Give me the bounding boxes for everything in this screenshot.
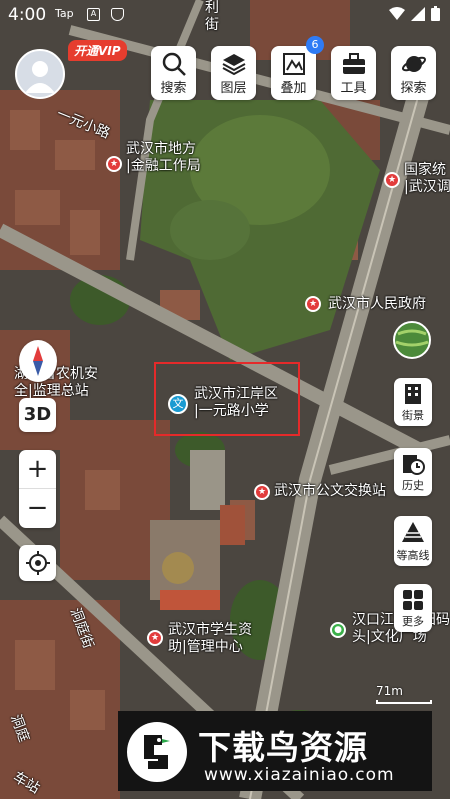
compass-button[interactable] xyxy=(19,340,57,382)
overlay-button[interactable]: 叠加 6 xyxy=(271,36,324,100)
street-view-button[interactable]: 街景 xyxy=(394,378,432,426)
more-button[interactable]: 更多 xyxy=(394,584,432,632)
search-label: 搜索 xyxy=(160,81,187,96)
tools-label: 工具 xyxy=(340,81,367,96)
status-a-icon: A xyxy=(87,8,100,21)
map-scale-text: 71m xyxy=(376,684,403,698)
poi-pin-icon[interactable]: ★ xyxy=(147,630,163,646)
overlay-count-badge: 6 xyxy=(306,36,324,54)
battery-icon xyxy=(431,6,440,21)
history-button[interactable]: 历史 xyxy=(394,448,432,496)
poi-finance-bureau[interactable]: 武汉市地方 |金融工作局 xyxy=(126,141,201,175)
poi-document-exchange[interactable]: 武汉市公文交换站 xyxy=(274,483,386,500)
globe-icon[interactable] xyxy=(392,320,432,360)
status-shield-icon xyxy=(111,8,124,21)
poi-pin-icon[interactable]: ★ xyxy=(254,484,270,500)
vip-badge[interactable]: 开通VIP xyxy=(68,40,127,61)
poi-city-government[interactable]: 武汉市人民政府 xyxy=(328,296,426,313)
user-avatar[interactable] xyxy=(15,49,65,99)
explore-label: 探索 xyxy=(400,81,427,96)
search-icon xyxy=(162,52,186,76)
overlay-label: 叠加 xyxy=(280,81,307,96)
status-time: 4:00 xyxy=(8,5,47,25)
contour-icon xyxy=(402,522,424,542)
contour-label: 等高线 xyxy=(396,549,430,562)
zoom-out-button[interactable]: − xyxy=(19,489,56,527)
more-label: 更多 xyxy=(402,615,424,628)
compass-icon xyxy=(33,346,43,376)
history-icon xyxy=(403,455,425,475)
status-bar: 4:00 Tap A xyxy=(0,0,450,30)
map-scale-bar xyxy=(376,700,432,704)
toolbox-icon xyxy=(342,53,365,74)
bird-logo-icon xyxy=(127,722,187,782)
poi-pin-icon[interactable]: ★ xyxy=(384,172,400,188)
more-grid-icon xyxy=(403,590,423,610)
layers-label: 图层 xyxy=(220,81,247,96)
locate-button[interactable] xyxy=(19,545,56,581)
locate-icon xyxy=(25,551,50,575)
watermark-url: www.xiazainiao.com xyxy=(204,765,395,785)
3d-toggle-button[interactable]: 3D xyxy=(19,398,56,432)
signal-icon xyxy=(411,6,425,21)
status-right-icons xyxy=(389,6,440,21)
avatar-icon xyxy=(25,61,55,93)
poi-pin-icon[interactable]: ● xyxy=(330,622,346,638)
explore-button[interactable]: 探索 xyxy=(391,46,436,100)
poi-pin-icon[interactable]: ★ xyxy=(305,296,321,312)
status-app-tag: Tap xyxy=(55,7,74,20)
poi-national-stats[interactable]: 国家统 |武汉调 xyxy=(404,162,450,196)
zoom-control: + − xyxy=(19,450,56,528)
street-view-icon xyxy=(405,384,421,404)
school-pin-icon[interactable]: 文 xyxy=(168,394,188,414)
tools-button[interactable]: 工具 xyxy=(331,46,376,100)
contour-button[interactable]: 等高线 xyxy=(394,516,432,566)
poi-pin-icon[interactable]: ★ xyxy=(106,156,122,172)
watermark-title: 下载鸟资源 xyxy=(198,728,368,767)
layers-button[interactable]: 图层 xyxy=(211,46,256,100)
planet-icon xyxy=(401,56,426,72)
layers-icon xyxy=(222,54,245,76)
street-view-label: 街景 xyxy=(402,409,424,422)
watermark-banner: 下载鸟资源 www.xiazainiao.com xyxy=(118,711,432,791)
search-button[interactable]: 搜索 xyxy=(151,46,196,100)
history-label: 历史 xyxy=(402,479,424,492)
overlay-icon xyxy=(282,53,305,75)
zoom-in-button[interactable]: + xyxy=(19,450,56,489)
road-label: 利街 xyxy=(205,0,219,33)
wifi-icon xyxy=(389,6,405,20)
poi-student-aid[interactable]: 武汉市学生资 助|管理中心 xyxy=(168,622,252,656)
poi-school[interactable]: 武汉市江岸区 |一元路小学 xyxy=(194,386,278,420)
